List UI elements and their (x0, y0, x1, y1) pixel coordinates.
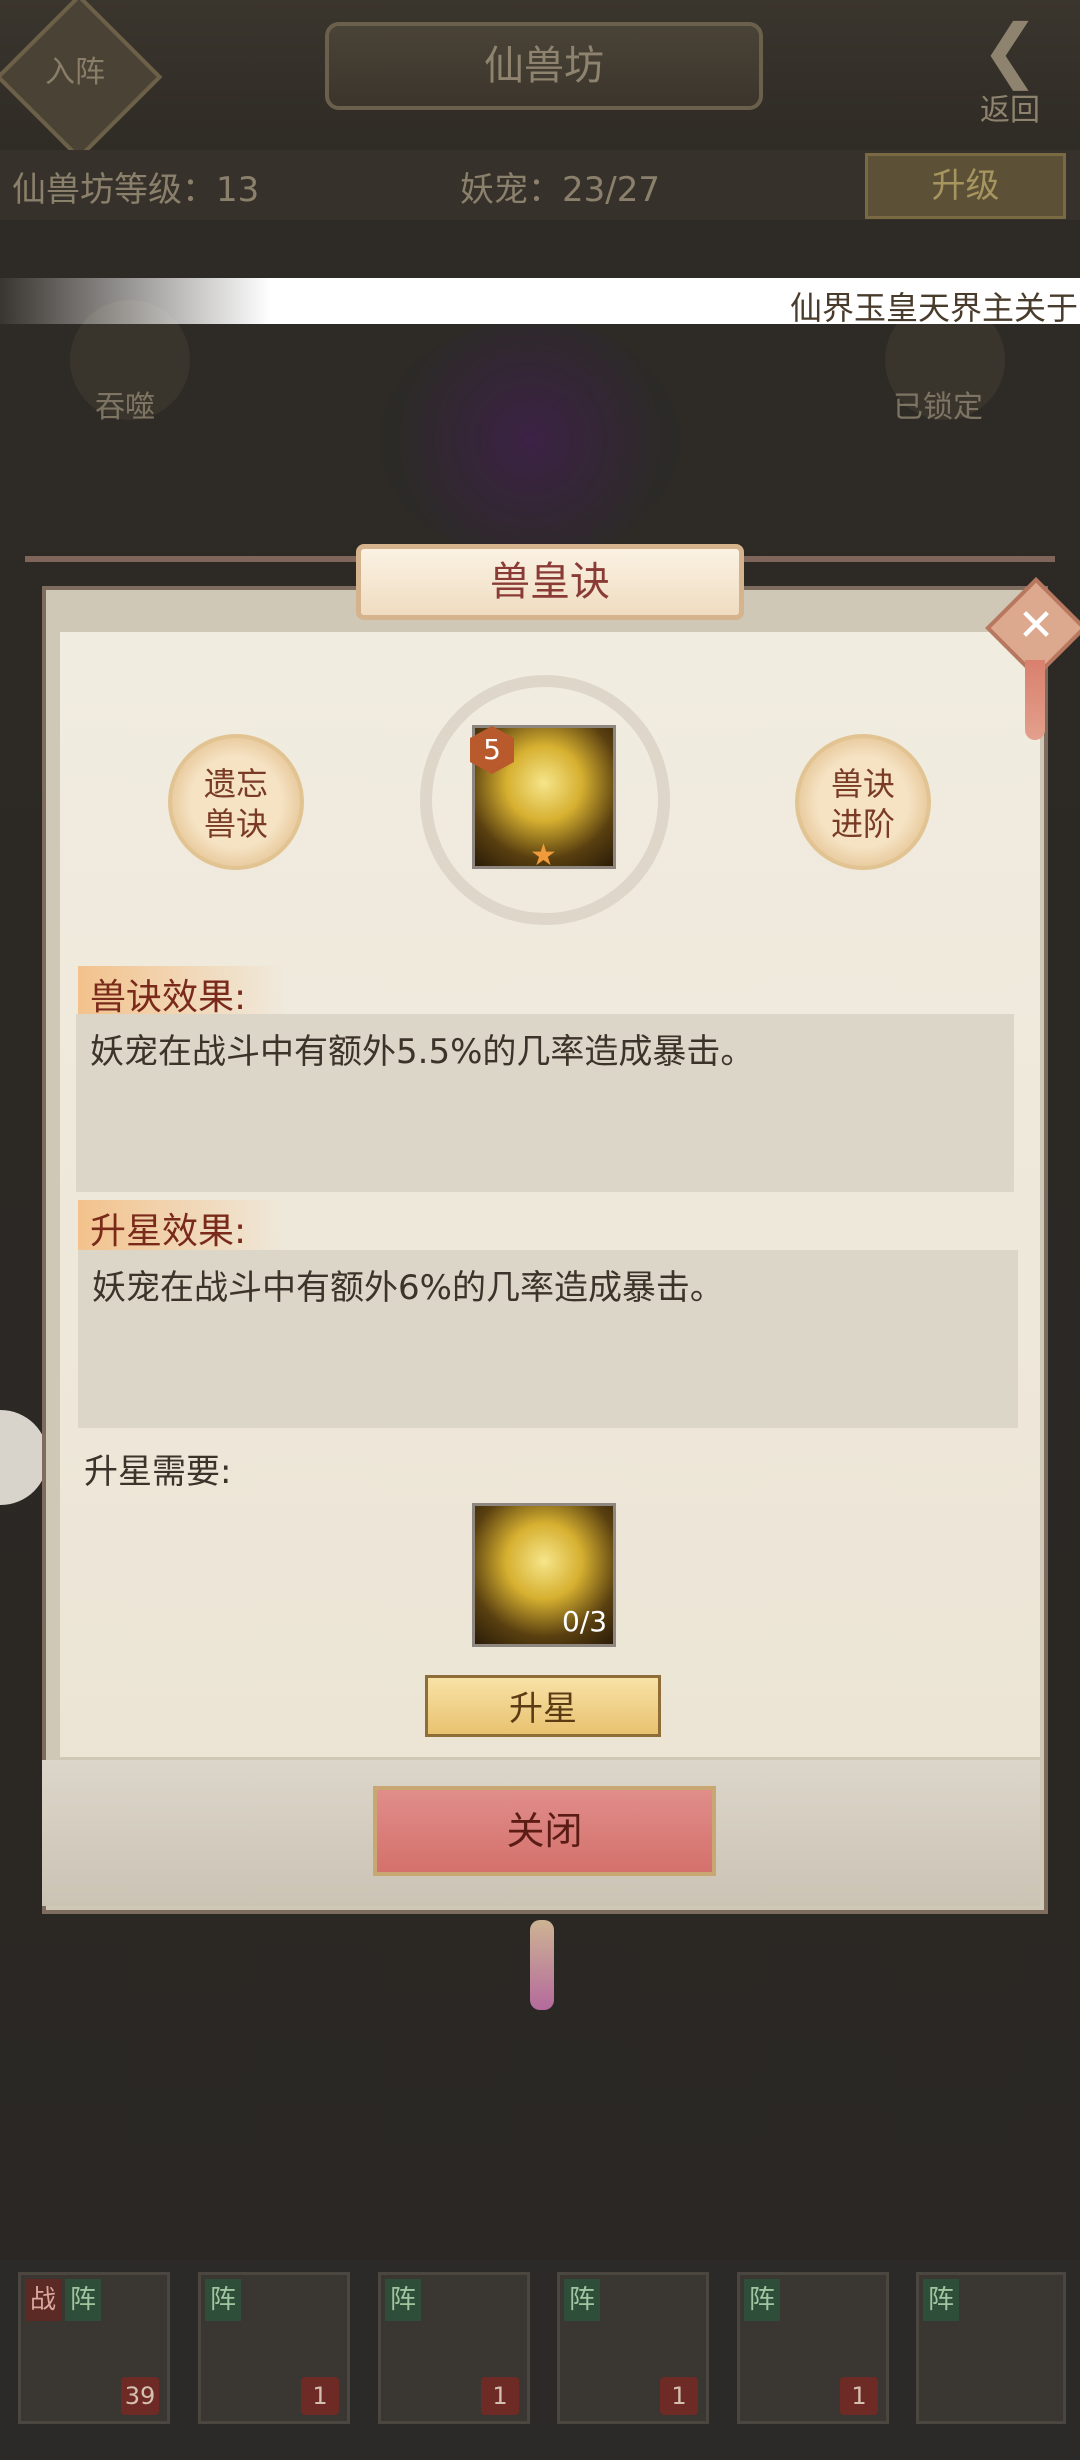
join-formation-button[interactable]: 入阵 (0, 0, 163, 161)
upgrade-star-button[interactable]: 升星 (425, 1675, 661, 1737)
pet-card[interactable]: 阵 1 (378, 2272, 530, 2424)
page-title: 仙兽坊 (325, 22, 763, 110)
forget-skill-label: 遗忘 兽诀 (203, 765, 268, 843)
star-effect-title: 升星效果: (78, 1200, 287, 1256)
formation-tag: 阵 (65, 2279, 101, 2321)
announcement-text: 仙界玉皇天界主关于 (790, 289, 1079, 327)
close-button[interactable]: 关闭 (373, 1786, 716, 1876)
star-effect-text: 妖宠在战斗中有额外6%的几率造成暴击。 (92, 1268, 724, 1308)
required-item-count: 0/3 (562, 1605, 608, 1638)
dialog-title: 兽皇诀 (356, 544, 744, 620)
star-requirement-label: 升星需要: (84, 1452, 232, 1492)
formation-tag: 阵 (564, 2279, 600, 2321)
locked-label: 已锁定 (893, 390, 983, 425)
back-label: 返回 (980, 93, 1040, 128)
bell-pendant-icon (530, 1920, 554, 2010)
beast-silhouette (380, 320, 680, 560)
effect-text: 妖宠在战斗中有额外5.5%的几率造成暴击。 (90, 1032, 755, 1072)
advance-skill-label: 兽诀 进阶 (830, 765, 895, 843)
pet-level: 1 (301, 2377, 339, 2415)
pet-level: 1 (481, 2377, 519, 2415)
pet-level: 1 (660, 2377, 698, 2415)
back-arrow-icon: ❮ (980, 9, 1040, 91)
forget-skill-button[interactable]: 遗忘 兽诀 (168, 734, 304, 870)
formation-tag: 阵 (744, 2279, 780, 2321)
star-icon: ★ (530, 838, 557, 873)
pet-card[interactable]: 阵 (916, 2272, 1066, 2424)
tassel-icon (1025, 660, 1045, 740)
star-effect-description: 妖宠在战斗中有额外6%的几率造成暴击。 (78, 1250, 1018, 1428)
pet-card[interactable]: 阵 1 (737, 2272, 889, 2424)
swallow-label: 吞噬 (95, 390, 155, 425)
pet-card[interactable]: 阵 1 (557, 2272, 709, 2424)
back-button[interactable]: ❮ 返回 (955, 9, 1065, 128)
pet-card[interactable]: 阵 1 (198, 2272, 350, 2424)
formation-tag: 阵 (205, 2279, 241, 2321)
pet-level: 39 (121, 2377, 159, 2415)
effect-description: 妖宠在战斗中有额外5.5%的几率造成暴击。 (76, 1014, 1014, 1192)
advance-skill-button[interactable]: 兽诀 进阶 (795, 734, 931, 870)
workshop-level: 仙兽坊等级：13 (12, 170, 260, 210)
pet-card[interactable]: 战 阵 39 (18, 2272, 170, 2424)
close-icon[interactable]: ✕ (1000, 590, 1072, 662)
join-label: 入阵 (45, 55, 105, 90)
upgrade-button[interactable]: 升级 (865, 153, 1066, 219)
formation-tag: 阵 (923, 2279, 959, 2321)
pet-count: 妖宠：23/27 (460, 170, 660, 210)
formation-tag: 阵 (385, 2279, 421, 2321)
pet-level: 1 (840, 2377, 878, 2415)
battle-tag: 战 (25, 2279, 61, 2321)
